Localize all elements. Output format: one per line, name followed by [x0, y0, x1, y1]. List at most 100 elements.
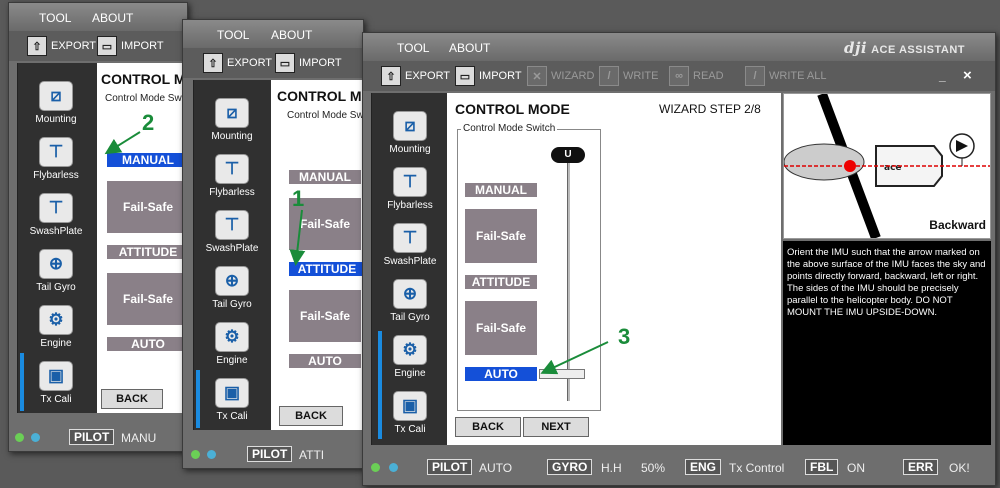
sidebar-item-tail-gyro[interactable]: ⊕ Tail Gyro — [194, 266, 270, 310]
flybarless-icon: ⊤ — [393, 167, 427, 197]
back-button[interactable]: BACK — [279, 406, 343, 426]
dji-logo: dji — [843, 39, 868, 57]
sidebar-item-swashplate[interactable]: ⊤ SwashPlate — [18, 193, 94, 237]
callout-label-1: 1 — [292, 186, 305, 211]
mode-manual: MANUAL — [289, 170, 361, 184]
callout-label-3: 3 — [618, 324, 631, 349]
sidebar: ⧄ Mounting ⊤ Flybarless ⊤ SwashPlate ⊕ Tail … — [193, 80, 271, 430]
wizard-icon: ✕ — [527, 66, 547, 86]
sidebar-item-flybarless[interactable]: ⊤ Flybarless — [194, 154, 270, 198]
swashplate-icon: ⊤ — [215, 210, 249, 240]
slider-track — [567, 159, 570, 401]
swashplate-icon: ⊤ — [393, 223, 427, 253]
engine-icon: ⚙ — [393, 335, 427, 365]
toolbar: ⇧ EXPORT ▭ IMPORT — [183, 48, 363, 78]
err-label: ERR — [903, 459, 939, 475]
eng-label: ENG — [685, 459, 722, 475]
pilot-value: MANU — [121, 431, 157, 445]
minimize-button[interactable]: _ — [939, 69, 946, 83]
fbl-value: ON — [847, 461, 865, 475]
brand: dji ACE ASSISTANT — [843, 39, 965, 57]
status-led-icon — [389, 463, 398, 472]
back-button[interactable]: BACK — [455, 417, 521, 437]
failsafe-block: Fail-Safe — [107, 181, 187, 233]
sidebar-item-tx-cali[interactable]: ▣ Tx Cali — [194, 378, 270, 422]
pen-icon: / — [745, 66, 765, 86]
mounting-icon: ⧄ — [393, 111, 427, 141]
back-button[interactable]: BACK — [101, 389, 163, 409]
import-button[interactable]: ▭ IMPORT — [97, 35, 164, 57]
fbl-label: FBL — [805, 459, 839, 475]
wizard-button[interactable]: ✕ WIZARD — [527, 65, 594, 87]
failsafe-block: Fail-Safe — [289, 290, 361, 342]
sidebar-item-flybarless[interactable]: ⊤ Flybarless — [372, 167, 448, 211]
export-icon: ⇧ — [203, 53, 223, 73]
menu-about[interactable]: ABOUT — [271, 28, 312, 42]
menu-about[interactable]: ABOUT — [92, 11, 133, 25]
sidebar-item-engine[interactable]: ⚙ Engine — [18, 305, 94, 349]
slider-top-marker: U — [551, 147, 585, 163]
export-button[interactable]: ⇧ EXPORT — [27, 35, 96, 57]
pilot-value: AUTO — [479, 461, 513, 475]
sidebar-item-mounting[interactable]: ⧄ Mounting — [18, 81, 94, 125]
export-button[interactable]: ⇧ EXPORT — [203, 52, 272, 74]
sidebar-item-swashplate[interactable]: ⊤ SwashPlate — [194, 210, 270, 254]
sidebar: ⧄ Mounting ⊤ Flybarless ⊤ SwashPlate ⊕ Tail … — [371, 93, 447, 445]
nav-selection-indicator — [20, 353, 24, 411]
mode-auto: AUTO — [107, 337, 187, 351]
imu-instructions-panel: Orient the IMU such that the arrow marke… — [783, 241, 991, 445]
window-middle: TOOL ABOUT ⇧ EXPORT ▭ IMPORT ⧄ Mounting ⊤ Fl… — [182, 19, 364, 469]
content-panel: CONTROL MODE WIZARD STEP 2/8 Control Mod… — [447, 93, 781, 445]
group-label: Control Mode Switch — [285, 110, 363, 121]
sidebar-item-swashplate[interactable]: ⊤ SwashPlate — [372, 223, 448, 267]
imu-instructions: Orient the IMU such that the arrow marke… — [787, 247, 986, 318]
mode-auto: AUTO — [465, 367, 537, 381]
import-button[interactable]: ▭ IMPORT — [275, 52, 342, 74]
menu-tool[interactable]: TOOL — [397, 41, 429, 55]
export-button[interactable]: ⇧ EXPORT — [381, 65, 450, 87]
sidebar-item-engine[interactable]: ⚙ Engine — [194, 322, 270, 366]
sidebar-item-mounting[interactable]: ⧄ Mounting — [194, 98, 270, 142]
menubar: TOOL ABOUT — [9, 3, 187, 31]
status-bar: PILOT MANU — [9, 427, 187, 449]
write-button[interactable]: / WRITE — [599, 65, 658, 87]
close-button[interactable]: × — [963, 67, 972, 84]
flybarless-icon: ⊤ — [215, 154, 249, 184]
tx-icon: ▣ — [39, 361, 73, 391]
mode-auto: AUTO — [289, 354, 361, 368]
page-title: CONTROL MODE — [455, 101, 570, 117]
sidebar-item-tx-cali[interactable]: ▣ Tx Cali — [18, 361, 94, 405]
menu-tool[interactable]: TOOL — [39, 11, 71, 25]
sidebar-item-mounting[interactable]: ⧄ Mounting — [372, 111, 448, 155]
gyro-percent: 50% — [641, 461, 666, 475]
sidebar-item-flybarless[interactable]: ⊤ Flybarless — [18, 137, 94, 181]
imu-orientation-caption: Backward — [929, 218, 986, 232]
callout-label-2: 2 — [142, 110, 155, 135]
sidebar-item-tx-cali[interactable]: ▣ Tx Cali — [372, 391, 448, 435]
tx-icon: ▣ — [393, 391, 427, 421]
flybarless-icon: ⊤ — [39, 137, 73, 167]
menu-tool[interactable]: TOOL — [217, 28, 249, 42]
glasses-icon: ∞ — [669, 66, 689, 86]
failsafe-block: Fail-Safe — [465, 301, 537, 355]
sidebar-item-tail-gyro[interactable]: ⊕ Tail Gyro — [18, 249, 94, 293]
mounting-icon: ⧄ — [39, 81, 73, 111]
next-button[interactable]: NEXT — [523, 417, 589, 437]
toolbar: ⇧ EXPORT ▭ IMPORT ✕ WIZARD / WRITE ∞ READ / WR… — [363, 61, 995, 91]
window-back: TOOL ABOUT ⇧ EXPORT ▭ IMPORT ⧄ Mounting ⊤ Fl… — [8, 2, 188, 452]
import-button[interactable]: ▭ IMPORT — [455, 65, 522, 87]
write-all-button[interactable]: / WRITE ALL — [745, 65, 826, 87]
helicopter-diagram: ace — [784, 94, 990, 238]
status-led-icon — [15, 433, 24, 442]
mode-attitude: ATTITUDE — [289, 262, 363, 276]
nav-selection-indicator — [196, 370, 200, 428]
slider-thumb[interactable] — [539, 369, 585, 379]
sidebar-item-engine[interactable]: ⚙ Engine — [372, 335, 448, 379]
failsafe-block: Fail-Safe — [107, 273, 187, 325]
imu-diagram-panel: ace Backward — [783, 93, 991, 239]
menubar: TOOL ABOUT — [183, 20, 363, 48]
menu-about[interactable]: ABOUT — [449, 41, 490, 55]
pen-icon: / — [599, 66, 619, 86]
read-button[interactable]: ∞ READ — [669, 65, 724, 87]
sidebar-item-tail-gyro[interactable]: ⊕ Tail Gyro — [372, 279, 448, 323]
